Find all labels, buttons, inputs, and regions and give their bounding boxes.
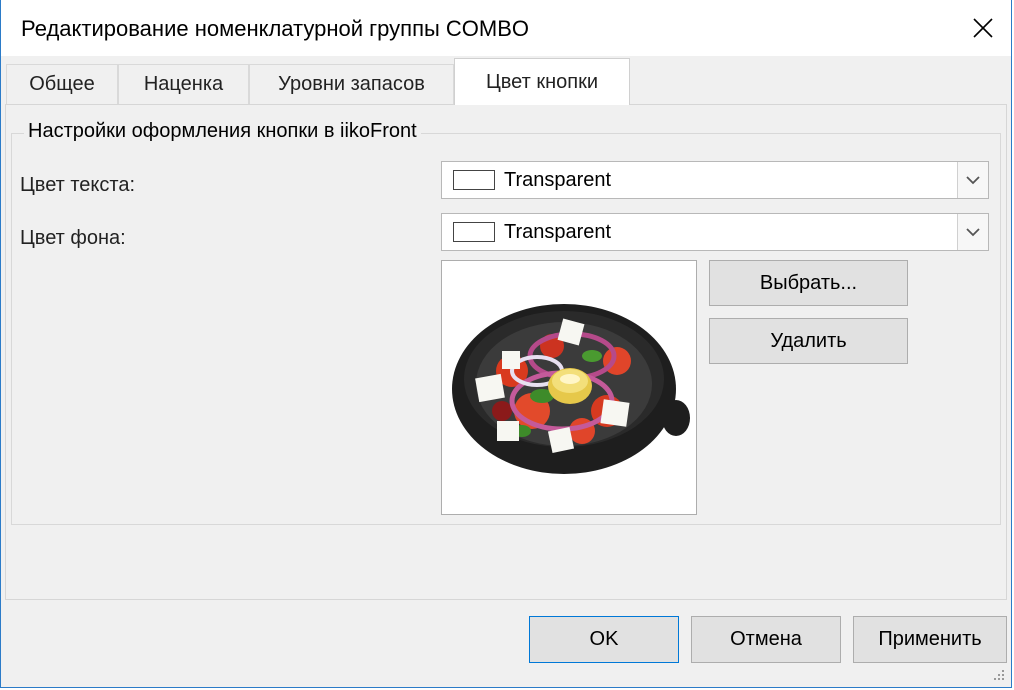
tab-stock-levels[interactable]: Уровни запасов: [249, 64, 454, 104]
bg-color-value: Transparent: [504, 220, 612, 243]
text-color-label: Цвет текста:: [20, 174, 136, 196]
tab-general[interactable]: Общее: [6, 64, 118, 104]
text-color-combo[interactable]: Transparent: [441, 161, 989, 199]
bg-color-swatch: [453, 222, 495, 242]
dialog-window: Редактирование номенклатурной группы COM…: [0, 0, 1012, 688]
title-bar: Редактирование номенклатурной группы COM…: [1, 0, 1011, 56]
chevron-down-icon: [966, 176, 980, 185]
choose-image-button[interactable]: Выбрать...: [709, 260, 908, 306]
tab-strip: Общее Наценка Уровни запасов Цвет кнопки: [6, 58, 1006, 105]
ok-button[interactable]: OK: [529, 616, 679, 663]
bg-color-label: Цвет фона:: [20, 227, 126, 249]
button-image-preview: [441, 260, 697, 515]
resize-grip-icon[interactable]: [993, 669, 1005, 681]
text-color-swatch: [453, 170, 495, 190]
text-color-value: Transparent: [504, 168, 612, 191]
salad-bowl-image: [452, 304, 690, 474]
bg-color-dropdown-button[interactable]: [957, 214, 988, 250]
close-icon: [973, 18, 993, 38]
text-color-dropdown-button[interactable]: [957, 162, 988, 198]
bg-color-combo[interactable]: Transparent: [441, 213, 989, 251]
group-title: Настройки оформления кнопки в iikoFront: [24, 120, 421, 143]
window-title: Редактирование номенклатурной группы COM…: [21, 16, 530, 41]
close-button[interactable]: [955, 0, 1011, 56]
tab-markup[interactable]: Наценка: [118, 64, 249, 104]
tab-button-color[interactable]: Цвет кнопки: [454, 58, 630, 105]
apply-button[interactable]: Применить: [853, 616, 1007, 663]
tab-panel-button-color: Настройки оформления кнопки в iikoFront …: [5, 104, 1007, 600]
iikofront-settings-group: Настройки оформления кнопки в iikoFront …: [11, 120, 1001, 525]
chevron-down-icon: [966, 228, 980, 237]
delete-image-button[interactable]: Удалить: [709, 318, 908, 364]
cancel-button[interactable]: Отмена: [691, 616, 841, 663]
